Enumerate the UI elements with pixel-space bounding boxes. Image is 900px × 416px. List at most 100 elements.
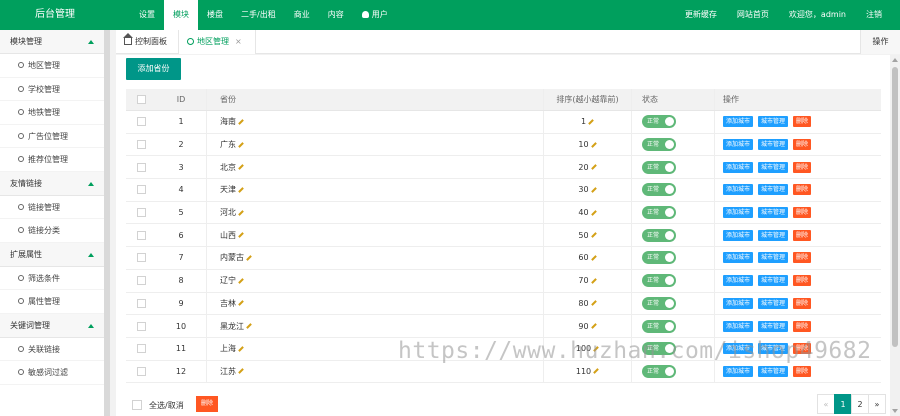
city-manage-button[interactable]: 城市管理 <box>758 139 789 151</box>
row-checkbox[interactable] <box>136 162 146 172</box>
pencil-icon[interactable] <box>238 277 244 284</box>
pencil-icon[interactable] <box>238 141 244 148</box>
pencil-icon[interactable] <box>590 141 597 148</box>
nav-commercial[interactable]: 商业 <box>285 0 319 30</box>
scroll-up-icon[interactable] <box>892 58 898 62</box>
pencil-icon[interactable] <box>593 368 599 375</box>
sidebar-item-filters[interactable]: 筛选条件 <box>0 267 104 290</box>
status-toggle[interactable]: 正常 <box>642 183 676 197</box>
status-toggle[interactable]: 正常 <box>642 138 676 152</box>
delete-button[interactable]: 删除 <box>793 161 812 173</box>
page-2-button[interactable]: 2 <box>851 394 869 414</box>
nav-content[interactable]: 内容 <box>319 0 353 30</box>
vertical-scrollbar[interactable] <box>890 55 900 416</box>
city-manage-button[interactable]: 城市管理 <box>758 116 789 128</box>
delete-button[interactable]: 删除 <box>793 184 812 196</box>
add-city-button[interactable]: 添加城市 <box>723 207 754 219</box>
status-toggle[interactable]: 正常 <box>642 319 676 333</box>
row-checkbox[interactable] <box>136 117 146 127</box>
sidebar-item-sensitive-words[interactable]: 敏感词过滤 <box>0 361 104 385</box>
status-toggle[interactable]: 正常 <box>642 274 676 288</box>
city-manage-button[interactable]: 城市管理 <box>758 184 789 196</box>
footer-select-all-checkbox[interactable] <box>132 400 142 410</box>
status-toggle[interactable]: 正常 <box>642 296 676 310</box>
status-toggle[interactable]: 正常 <box>642 228 676 242</box>
page-1-button[interactable]: 1 <box>834 394 852 414</box>
sidebar-item-link-category[interactable]: 链接分类 <box>0 219 104 243</box>
pencil-icon[interactable] <box>590 277 597 284</box>
delete-button[interactable]: 删除 <box>793 343 812 355</box>
add-city-button[interactable]: 添加城市 <box>723 343 754 355</box>
status-toggle[interactable]: 正常 <box>642 115 676 129</box>
pencil-icon[interactable] <box>590 164 597 171</box>
city-manage-button[interactable]: 城市管理 <box>758 207 789 219</box>
row-checkbox[interactable] <box>136 253 146 263</box>
city-manage-button[interactable]: 城市管理 <box>758 320 789 332</box>
sidebar-group-keywords[interactable]: 关键词管理 <box>0 313 104 338</box>
delete-button[interactable]: 删除 <box>793 207 812 219</box>
nav-secondhand-rental[interactable]: 二手/出租 <box>232 0 285 30</box>
pencil-icon[interactable] <box>588 119 594 125</box>
sidebar-item-recommend-slots[interactable]: 推荐位管理 <box>0 148 104 172</box>
pencil-icon[interactable] <box>238 119 244 125</box>
delete-button[interactable]: 删除 <box>793 275 812 287</box>
next-page-button[interactable]: » <box>868 394 886 414</box>
city-manage-button[interactable]: 城市管理 <box>758 252 789 264</box>
row-checkbox[interactable] <box>136 208 146 218</box>
scroll-down-icon[interactable] <box>892 409 898 413</box>
row-checkbox[interactable] <box>136 276 146 286</box>
city-manage-button[interactable]: 城市管理 <box>758 365 789 377</box>
delete-button[interactable]: 删除 <box>793 297 812 309</box>
sidebar-item-regions[interactable]: 地区管理 <box>0 54 104 78</box>
city-manage-button[interactable]: 城市管理 <box>758 229 789 241</box>
welcome-user[interactable]: 欢迎您，admin <box>779 0 856 30</box>
nav-modules[interactable]: 模块 <box>164 0 198 30</box>
sidebar-group-modules[interactable]: 模块管理 <box>0 30 104 54</box>
status-toggle[interactable]: 正常 <box>642 160 676 174</box>
add-city-button[interactable]: 添加城市 <box>723 139 754 151</box>
city-manage-button[interactable]: 城市管理 <box>758 297 789 309</box>
pencil-icon[interactable] <box>238 345 244 352</box>
add-city-button[interactable]: 添加城市 <box>723 252 754 264</box>
add-city-button[interactable]: 添加城市 <box>723 184 754 196</box>
prev-page-button[interactable]: « <box>817 394 835 414</box>
sidebar-group-links[interactable]: 友情链接 <box>0 171 104 196</box>
pencil-icon[interactable] <box>593 345 599 352</box>
pencil-icon[interactable] <box>238 164 244 171</box>
pencil-icon[interactable] <box>238 187 244 193</box>
add-city-button[interactable]: 添加城市 <box>723 365 754 377</box>
delete-button[interactable]: 删除 <box>793 139 812 151</box>
row-checkbox[interactable] <box>136 185 146 195</box>
sidebar-item-ad-slots[interactable]: 广告位管理 <box>0 125 104 148</box>
row-checkbox[interactable] <box>136 140 146 150</box>
add-province-button[interactable]: 添加省份 <box>126 58 181 80</box>
add-city-button[interactable]: 添加城市 <box>723 297 754 309</box>
pencil-icon[interactable] <box>238 368 244 375</box>
delete-button[interactable]: 删除 <box>793 252 812 264</box>
pencil-icon[interactable] <box>238 232 244 239</box>
pencil-icon[interactable] <box>238 209 244 216</box>
add-city-button[interactable]: 添加城市 <box>723 116 754 128</box>
delete-button[interactable]: 删除 <box>793 116 812 128</box>
sidebar-item-subway[interactable]: 地铁管理 <box>0 101 104 125</box>
close-icon[interactable]: × <box>235 37 242 46</box>
pencil-icon[interactable] <box>590 232 597 239</box>
city-manage-button[interactable]: 城市管理 <box>758 161 789 173</box>
add-city-button[interactable]: 添加城市 <box>723 229 754 241</box>
tab-region-manage[interactable]: 地区管理 × <box>178 30 256 54</box>
sidebar-item-schools[interactable]: 学校管理 <box>0 78 104 101</box>
refresh-cache-link[interactable]: 更新缓存 <box>675 0 727 30</box>
status-toggle[interactable]: 正常 <box>642 251 676 265</box>
pencil-icon[interactable] <box>590 209 597 216</box>
select-all-checkbox[interactable] <box>136 95 146 104</box>
sidebar-item-related-links[interactable]: 关联链接 <box>0 338 104 361</box>
sidebar-item-link-manage[interactable]: 链接管理 <box>0 196 104 219</box>
delete-button[interactable]: 删除 <box>793 320 812 332</box>
tab-dashboard[interactable]: 控制面板 <box>123 30 167 54</box>
status-toggle[interactable]: 正常 <box>642 364 676 378</box>
status-toggle[interactable]: 正常 <box>642 206 676 220</box>
sidebar-group-attributes[interactable]: 扩展属性 <box>0 242 104 267</box>
pencil-icon[interactable] <box>590 187 597 193</box>
pencil-icon[interactable] <box>590 255 597 261</box>
row-checkbox[interactable] <box>136 298 146 308</box>
